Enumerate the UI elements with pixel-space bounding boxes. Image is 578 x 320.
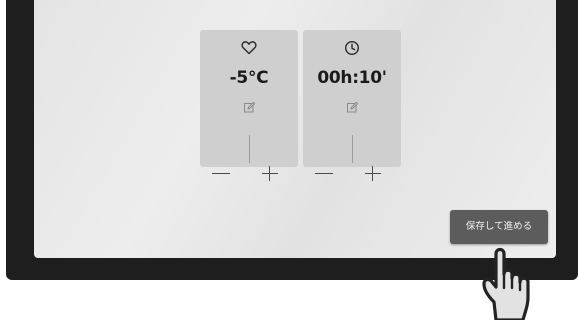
edit-icon[interactable] [200,99,298,118]
time-card: 00h:10' [303,30,401,181]
heart-icon [200,40,298,59]
photo-frame: -5°C 00h:10' 保存して進める [0,0,578,320]
temperature-increment-button[interactable] [252,150,292,181]
stepper-divider [352,135,353,163]
minus-icon [315,173,333,174]
temperature-card: -5°C [200,30,298,181]
time-decrement-button[interactable] [311,150,351,180]
time-increment-button[interactable] [355,150,395,181]
plus-icon [365,173,381,174]
plus-icon-stem [372,166,373,181]
edit-icon[interactable] [303,99,401,118]
stepper-divider [249,135,250,163]
temperature-value: -5°C [229,68,269,88]
pointing-hand-icon [470,228,560,320]
temperature-decrement-button[interactable] [208,150,248,180]
plus-icon-stem [269,166,270,181]
plus-icon [262,173,278,174]
clock-icon [303,40,401,60]
time-value: 00h:10' [317,68,387,88]
minus-icon [212,173,230,174]
